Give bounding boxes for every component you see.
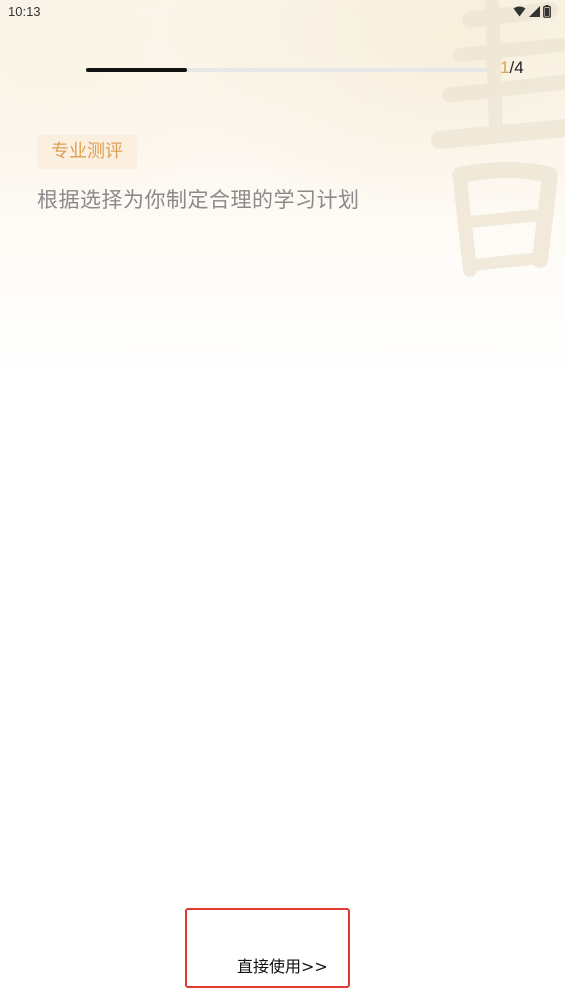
onboarding-progress-bar	[86, 68, 488, 72]
page-indicator: 1/4	[500, 58, 524, 78]
feature-tag: 专业测评	[37, 135, 137, 169]
page-indicator-total: /4	[509, 58, 524, 77]
battery-icon	[543, 4, 551, 18]
wifi-icon	[513, 6, 526, 16]
progress-fill	[86, 68, 187, 72]
status-icons	[513, 4, 551, 18]
status-bar: 10:13	[0, 0, 565, 26]
status-time: 10:13	[8, 4, 41, 19]
use-directly-button[interactable]: 直接使用>>	[185, 908, 350, 988]
feature-description: 根据选择为你制定合理的学习计划	[37, 188, 360, 212]
use-directly-label: 直接使用>>	[237, 957, 328, 976]
signal-icon	[529, 5, 540, 17]
